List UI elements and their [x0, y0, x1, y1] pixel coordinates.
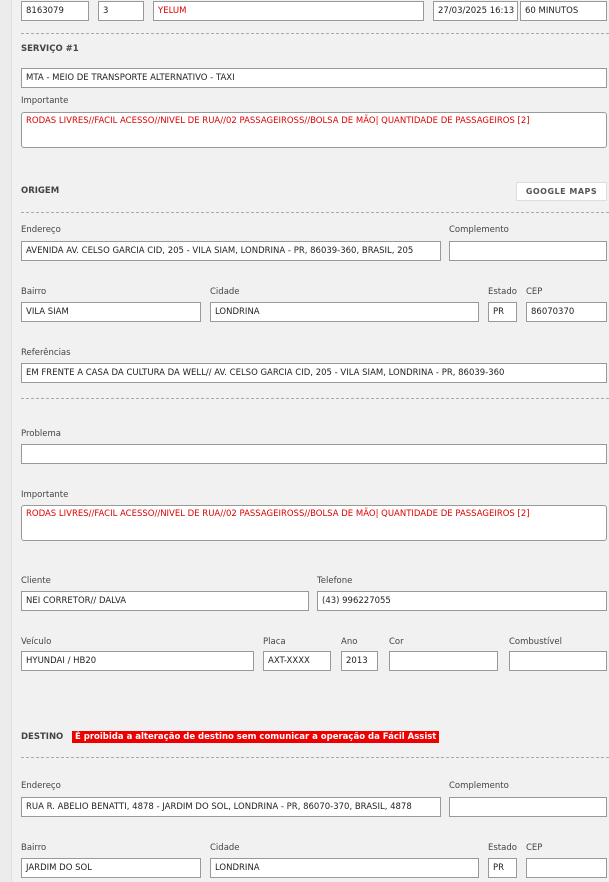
- datetime-field[interactable]: 27/03/2025 16:13: [433, 1, 518, 21]
- district-label: Bairro: [21, 843, 47, 853]
- zip-label: CEP: [526, 287, 543, 297]
- problem-label: Problema: [21, 429, 61, 439]
- origin-district-field[interactable]: VILA SIAM: [21, 302, 201, 322]
- divider: [21, 398, 609, 399]
- plate-field[interactable]: AXT-XXXX: [263, 651, 331, 671]
- insurer-field[interactable]: YELUM: [153, 1, 424, 21]
- problem-field[interactable]: [21, 444, 607, 464]
- protocol-field[interactable]: 8163079: [21, 1, 89, 21]
- zip-label: CEP: [526, 843, 543, 853]
- origin-references-field[interactable]: EM FRENTE A CASA DA CULTURA DA WELL// AV…: [21, 363, 607, 383]
- service-type-field[interactable]: MTA - MEIO DE TRANSPORTE ALTERNATIVO - T…: [21, 68, 607, 88]
- vehicle-label: Veículo: [21, 637, 52, 647]
- service-important-textarea[interactable]: RODAS LIVRES//FACIL ACESSO//NIVEL DE RUA…: [21, 112, 607, 148]
- origin-complement-field[interactable]: [449, 241, 607, 261]
- address-label: Endereço: [21, 225, 61, 235]
- important-textarea[interactable]: RODAS LIVRES//FACIL ACESSO//NIVEL DE RUA…: [21, 505, 607, 541]
- district-label: Bairro: [21, 287, 47, 297]
- state-label: Estado: [488, 843, 517, 853]
- origin-zip-field[interactable]: 86070370: [526, 302, 607, 322]
- client-field[interactable]: NEI CORRETOR// DALVA: [21, 591, 309, 611]
- destination-state-field[interactable]: PR: [488, 858, 517, 878]
- origin-address-field[interactable]: AVENIDA AV. CELSO GARCIA CID, 205 - VILA…: [21, 241, 441, 261]
- destination-zip-field[interactable]: [526, 858, 607, 878]
- vehicle-field[interactable]: HYUNDAI / HB20: [21, 651, 254, 671]
- destination-complement-field[interactable]: [449, 797, 607, 817]
- phone-field[interactable]: (43) 996227055: [317, 591, 607, 611]
- eta-field[interactable]: 60 MINUTOS: [520, 1, 607, 21]
- year-label: Ano: [341, 637, 358, 647]
- complement-label: Complemento: [449, 225, 509, 235]
- color-label: Cor: [389, 637, 404, 647]
- references-label: Referências: [21, 348, 71, 358]
- origin-city-field[interactable]: LONDRINA: [210, 302, 479, 322]
- destination-address-field[interactable]: RUA R. ABELIO BENATTI, 4878 - JARDIM DO …: [21, 797, 441, 817]
- origin-state-field[interactable]: PR: [488, 302, 517, 322]
- important-label: Importante: [21, 490, 69, 500]
- left-strip: [0, 0, 12, 882]
- city-label: Cidade: [210, 287, 240, 297]
- divider: [21, 212, 609, 213]
- plate-label: Placa: [263, 637, 286, 647]
- divider: [21, 33, 609, 34]
- divider: [21, 757, 609, 758]
- destination-city-field[interactable]: LONDRINA: [210, 858, 479, 878]
- phone-label: Telefone: [317, 576, 353, 586]
- google-maps-button[interactable]: GOOGLE MAPS: [516, 182, 607, 201]
- quantity-field[interactable]: 3: [98, 1, 144, 21]
- state-label: Estado: [488, 287, 517, 297]
- origin-title: ORIGEM: [21, 186, 60, 196]
- destination-district-field[interactable]: JARDIM DO SOL: [21, 858, 201, 878]
- city-label: Cidade: [210, 843, 240, 853]
- color-field[interactable]: [389, 651, 498, 671]
- destination-title: DESTINO: [21, 732, 64, 742]
- address-label: Endereço: [21, 781, 61, 791]
- year-field[interactable]: 2013: [341, 651, 378, 671]
- service-title: SERVIÇO #1: [21, 44, 79, 54]
- important-label: Importante: [21, 96, 69, 106]
- fuel-field[interactable]: [509, 651, 607, 671]
- complement-label: Complemento: [449, 781, 509, 791]
- fuel-label: Combustível: [509, 637, 562, 647]
- destination-warning-badge: É proibida a alteração de destino sem co…: [72, 731, 440, 743]
- client-label: Cliente: [21, 576, 51, 586]
